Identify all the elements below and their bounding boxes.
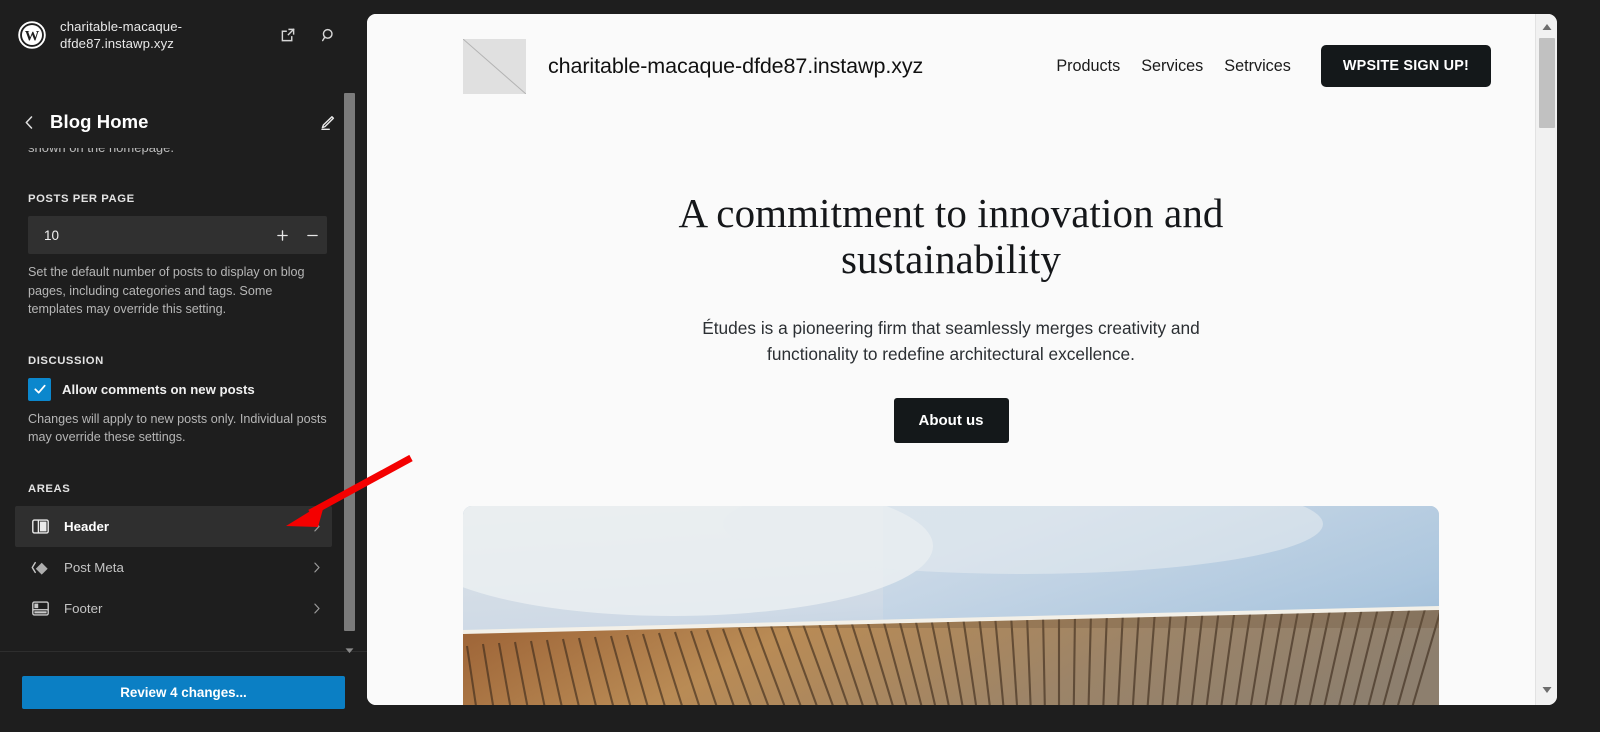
- panel-header: Blog Home: [0, 96, 356, 148]
- area-row-footer[interactable]: Footer: [15, 588, 332, 629]
- chevron-left-icon[interactable]: [14, 107, 44, 137]
- homepage-note-clipped: shown on the homepage.: [28, 148, 328, 157]
- search-icon[interactable]: [315, 22, 341, 48]
- customizer-sidebar: W charitable-macaque-dfde87.instawp.xyz: [0, 0, 367, 732]
- site-navbar: charitable-macaque-dfde87.instawp.xyz Pr…: [367, 14, 1535, 94]
- nav-link-products[interactable]: Products: [1056, 57, 1120, 76]
- area-label: Post Meta: [64, 559, 124, 575]
- allow-comments-checkbox[interactable]: [28, 377, 51, 401]
- layout-sidebar-left-icon: [28, 514, 52, 538]
- allow-comments-row[interactable]: Allow comments on new posts: [28, 377, 328, 401]
- areas-list: Header Post Meta Footer: [15, 505, 332, 629]
- external-link-icon[interactable]: [275, 22, 301, 48]
- chevron-right-icon[interactable]: [309, 560, 324, 575]
- posts-per-page-field[interactable]: 10: [28, 216, 327, 254]
- wpsite-signup-button[interactable]: WPSITE SIGN UP!: [1320, 45, 1491, 87]
- area-label: Header: [64, 518, 110, 534]
- preview-scrollbar[interactable]: [1535, 14, 1557, 705]
- hero-photo: [463, 506, 1439, 705]
- sidebar-scrollbar-thumb[interactable]: [344, 93, 355, 631]
- hero-heading: A commitment to innovation and sustainab…: [678, 190, 1224, 282]
- customizer-screen: W charitable-macaque-dfde87.instawp.xyz: [0, 0, 1600, 732]
- sidebar-actions: [275, 22, 353, 48]
- area-row-post-meta[interactable]: Post Meta: [15, 547, 332, 588]
- allow-comments-label: Allow comments on new posts: [62, 381, 255, 397]
- checkmark-icon: [33, 384, 46, 394]
- discussion-help: Changes will apply to new posts only. In…: [28, 411, 327, 445]
- post-meta-diamond-icon: [28, 555, 52, 579]
- pencil-icon[interactable]: [312, 107, 342, 137]
- sidebar-scrollbar[interactable]: [343, 88, 356, 653]
- site-title: charitable-macaque-dfde87.instawp.xyz: [548, 53, 924, 78]
- area-label: Footer: [64, 600, 103, 616]
- hero-section: A commitment to innovation and sustainab…: [367, 94, 1535, 443]
- panel-body: shown on the homepage. POSTS PER PAGE 10…: [0, 148, 356, 651]
- posts-per-page-value[interactable]: 10: [28, 228, 267, 243]
- nav-link-services[interactable]: Services: [1141, 57, 1203, 76]
- sidebar-footer: Review 4 changes...: [0, 652, 367, 732]
- review-changes-button[interactable]: Review 4 changes...: [22, 675, 345, 709]
- wordpress-logo-icon[interactable]: W: [18, 21, 46, 49]
- site-preview-frame: charitable-macaque-dfde87.instawp.xyz Pr…: [367, 14, 1557, 705]
- broken-image-placeholder-icon: [463, 38, 526, 94]
- plus-icon[interactable]: [267, 216, 297, 254]
- preview-viewport: charitable-macaque-dfde87.instawp.xyz Pr…: [367, 14, 1535, 705]
- sidebar-site-bar: W charitable-macaque-dfde87.instawp.xyz: [0, 0, 367, 70]
- page-title: Blog Home: [50, 111, 149, 132]
- nav-link-setrvices[interactable]: Setrvices: [1224, 57, 1291, 76]
- areas-label: AREAS: [28, 482, 71, 495]
- posts-per-page-label: POSTS PER PAGE: [28, 193, 135, 205]
- scroll-down-arrow-icon[interactable]: [343, 645, 356, 655]
- posts-per-page-help: Set the default number of posts to displ…: [28, 265, 305, 316]
- area-row-header[interactable]: Header: [15, 505, 332, 547]
- minus-icon[interactable]: [297, 216, 327, 254]
- hero-paragraph: Études is a pioneering firm that seamles…: [702, 318, 1200, 364]
- sidebar-site-name: charitable-macaque-dfde87.instawp.xyz: [60, 19, 183, 51]
- scroll-down-arrow-icon[interactable]: [1536, 681, 1557, 699]
- layout-footer-icon: [28, 596, 52, 620]
- discussion-label: DISCUSSION: [28, 354, 104, 367]
- chevron-right-icon[interactable]: [309, 519, 324, 534]
- svg-text:W: W: [25, 28, 40, 44]
- about-us-button[interactable]: About us: [893, 398, 1009, 443]
- scroll-up-arrow-icon[interactable]: [1536, 18, 1557, 36]
- site-nav-links: Products Services Setrvices: [1056, 57, 1291, 76]
- chevron-right-icon[interactable]: [309, 601, 324, 616]
- preview-scrollbar-thumb[interactable]: [1539, 38, 1555, 128]
